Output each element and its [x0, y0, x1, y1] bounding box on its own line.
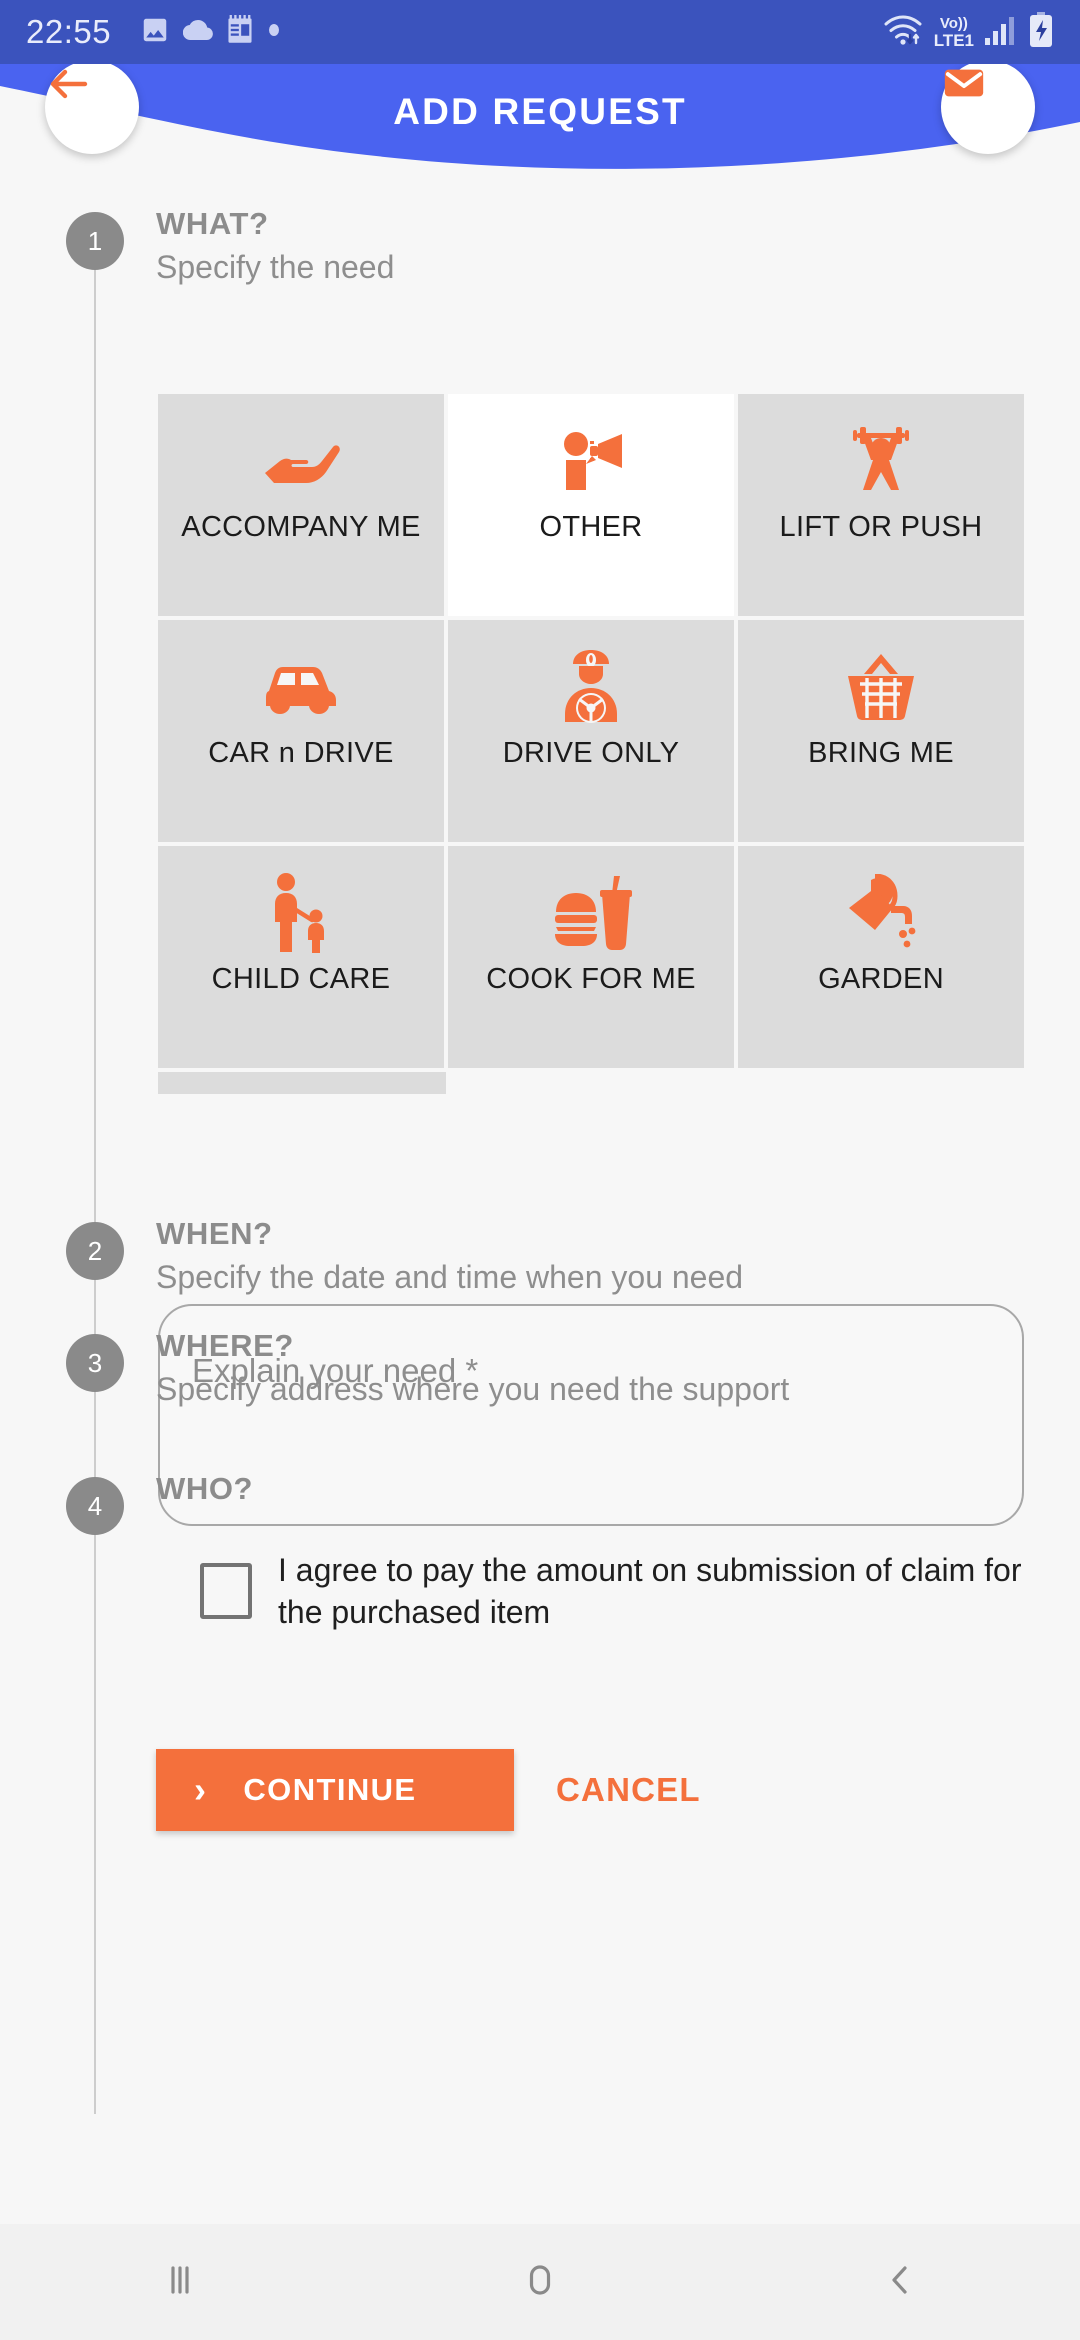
step-title-2: WHEN? [156, 1216, 273, 1251]
signal-icon [984, 14, 1018, 51]
volte-label-top: Vo)) [939, 14, 968, 32]
back-nav-button[interactable] [720, 2258, 1080, 2307]
chevron-right-icon: › [194, 1769, 208, 1810]
volte-icon: Vo)) LTE1 [934, 16, 974, 49]
app-header: ADD REQUEST [0, 60, 1080, 204]
step-subtitle-1: Specify the need [156, 248, 395, 285]
step-badge-4: 4 [66, 1477, 124, 1535]
category-label: CAR n DRIVE [208, 737, 394, 769]
agreement-label: I agree to pay the amount on submission … [278, 1552, 1022, 1631]
category-bring-me[interactable]: BRING ME [738, 620, 1024, 842]
request-form: 1 WHAT? Specify the need ACCOMPANY ME OT… [0, 204, 1080, 2204]
step-badge-1: 1 [66, 212, 124, 270]
category-label: COOK FOR ME [486, 963, 696, 995]
category-lift-or-push[interactable]: LIFT OR PUSH [738, 394, 1024, 616]
continue-button[interactable]: › CONTINUE [156, 1749, 514, 1831]
megaphone-icon [554, 418, 628, 504]
step-title-1: WHAT? [156, 206, 269, 241]
dot-icon [267, 23, 281, 42]
agreement-row[interactable]: I agree to pay the amount on submission … [200, 1549, 1030, 1633]
category-grid-scrollbar[interactable] [158, 1072, 1024, 1094]
home-button[interactable] [360, 2258, 720, 2307]
home-icon [518, 2258, 562, 2307]
recents-icon [158, 2258, 202, 2307]
system-navigation-bar [0, 2224, 1080, 2340]
status-bar-left: 22:55 [26, 13, 882, 51]
steps-timeline-line [94, 244, 96, 2114]
cancel-button[interactable]: CANCEL [556, 1771, 701, 1809]
cloud-icon [182, 15, 213, 50]
category-other[interactable]: OTHER [448, 394, 734, 616]
category-label: DRIVE ONLY [502, 737, 680, 769]
calendar-icon [226, 14, 254, 50]
category-car-n-drive[interactable]: CAR n DRIVE [158, 620, 444, 842]
agreement-checkbox[interactable] [200, 1563, 252, 1620]
category-drive-only[interactable]: DRIVE ONLY [448, 620, 734, 842]
step-title-3: WHERE? [156, 1328, 294, 1363]
category-grid-wrapper: ACCOMPANY ME OTHER LIFT OR PUSH CAR n DR… [158, 394, 1024, 1094]
step-actions: › CONTINUE CANCEL [156, 1749, 701, 1831]
category-cook-for-me[interactable]: COOK FOR ME [448, 846, 734, 1068]
category-label: BRING ME [808, 737, 954, 769]
continue-button-label: CONTINUE [243, 1772, 417, 1807]
image-icon [140, 15, 170, 50]
status-bar: 22:55 Vo)) LTE1 [0, 0, 1080, 64]
step-subtitle-2: Specify the date and time when you need [156, 1258, 744, 1295]
basket-icon [842, 644, 920, 730]
step-badge-3: 3 [66, 1334, 124, 1392]
category-label: ACCOMPANY ME [181, 511, 421, 543]
category-garden[interactable]: GARDEN [738, 846, 1024, 1068]
status-bar-right: Vo)) LTE1 [882, 11, 1054, 53]
wifi-icon [882, 13, 924, 52]
messages-button[interactable] [941, 60, 1035, 154]
back-chevron-icon [878, 2258, 922, 2307]
page-title: ADD REQUEST [393, 91, 687, 132]
weightlifter-icon [841, 418, 921, 504]
status-bar-clock: 22:55 [26, 13, 112, 50]
category-label: LIFT OR PUSH [779, 511, 983, 543]
battery-charging-icon [1028, 11, 1054, 53]
car-icon [257, 644, 345, 730]
content-fade [0, 2198, 1080, 2224]
watering-can-icon [841, 870, 921, 956]
step-badge-2: 2 [66, 1222, 124, 1280]
chauffeur-icon [555, 644, 627, 730]
scrollbar-thumb[interactable] [158, 1072, 446, 1094]
adult-child-icon [264, 870, 338, 956]
open-hand-icon [260, 418, 342, 504]
category-label: OTHER [539, 511, 643, 543]
category-accompany-me[interactable]: ACCOMPANY ME [158, 394, 444, 616]
step-subtitle-3: Specify address where you need the suppo… [156, 1370, 790, 1407]
category-child-care[interactable]: CHILD CARE [158, 846, 444, 1068]
category-label: GARDEN [818, 963, 944, 995]
burger-drink-icon [550, 870, 632, 956]
recents-button[interactable] [0, 2258, 360, 2307]
back-button[interactable] [45, 60, 139, 154]
category-label: CHILD CARE [211, 963, 391, 995]
step-title-4: WHO? [156, 1471, 254, 1506]
category-grid: ACCOMPANY ME OTHER LIFT OR PUSH CAR n DR… [158, 394, 1024, 1068]
volte-label-bottom: LTE1 [933, 30, 974, 50]
